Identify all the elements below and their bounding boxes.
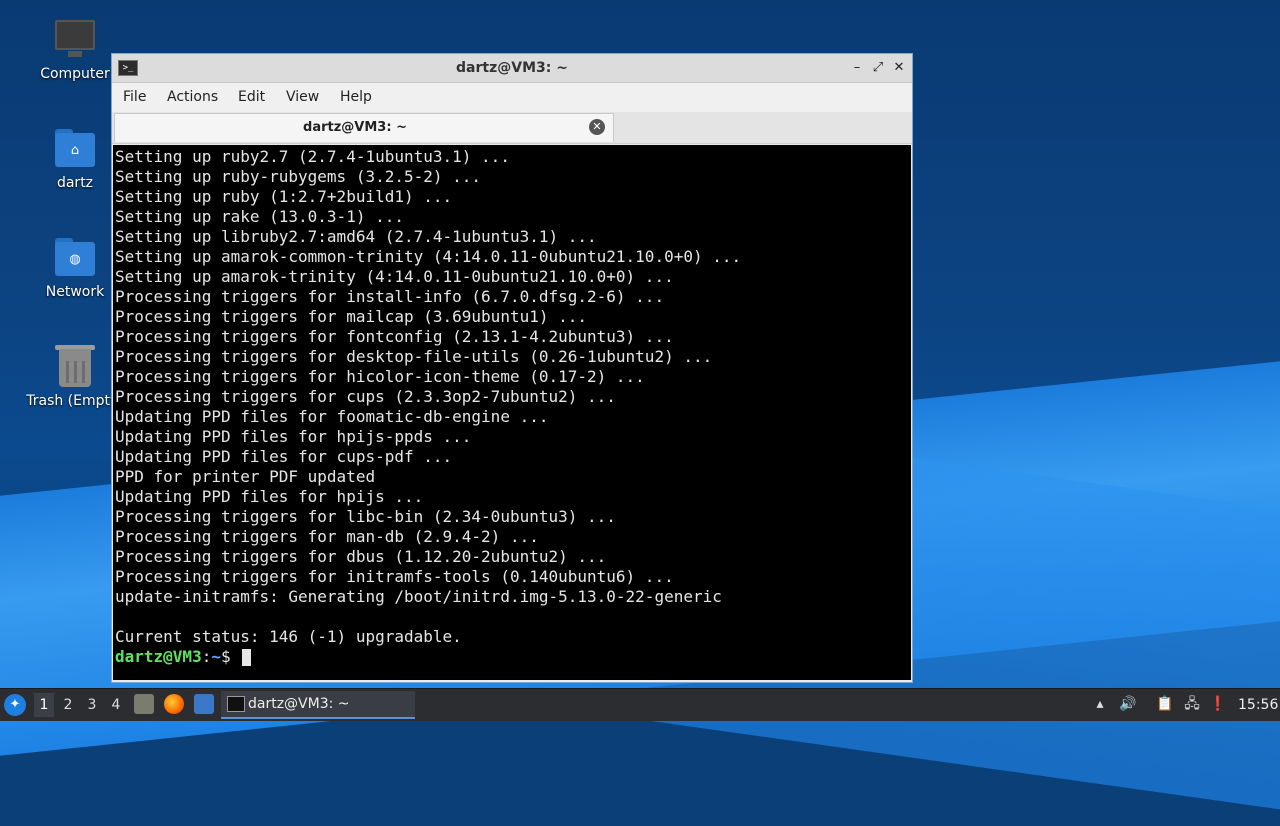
prompt-user: dartz@VM3 [115, 647, 202, 666]
prompt-symbol: $ [220, 647, 241, 666]
desktop-icon-computer[interactable]: Computer [25, 18, 125, 82]
terminal-line: Processing triggers for install-info (6.… [115, 287, 665, 306]
clipboard-icon[interactable]: 📋 [1156, 695, 1174, 713]
prompt-path: ~ [211, 647, 221, 666]
tab-bar: dartz@VM3: ~ ✕ [112, 112, 912, 144]
terminal-prompt[interactable]: dartz@VM3:~$ [115, 647, 741, 667]
workspace-1[interactable]: 1 [34, 693, 54, 717]
terminal-line: Processing triggers for man-db (2.9.4-2)… [115, 527, 539, 546]
terminal-line: Processing triggers for hicolor-icon-the… [115, 367, 645, 386]
terminal-line: Processing triggers for fontconfig (2.13… [115, 327, 674, 346]
terminal-line: Setting up libruby2.7:amd64 (2.7.4-1ubun… [115, 227, 597, 246]
terminal-line: Setting up amarok-trinity (4:14.0.11-0ub… [115, 267, 674, 286]
taskbar-terminal-button[interactable]: dartz@VM3: ~ [221, 691, 415, 719]
terminal-window: >_ dartz@VM3: ~ – ⤢ ✕ File Actions Edit … [111, 53, 913, 683]
firefox-icon[interactable] [164, 694, 184, 714]
terminal-task-icon [227, 696, 245, 712]
menu-bar: File Actions Edit View Help [112, 83, 912, 112]
app-menu-icon[interactable]: ✦ [4, 694, 26, 716]
desktop-icon-network[interactable]: ◍ Network [25, 236, 125, 300]
terminal-line: Setting up ruby (1:2.7+2build1) ... [115, 187, 453, 206]
menu-actions[interactable]: Actions [167, 83, 218, 112]
tab-close-icon[interactable]: ✕ [589, 119, 605, 135]
prompt-sep: : [201, 647, 212, 666]
file-manager-icon[interactable] [134, 694, 154, 714]
terminal-line: Processing triggers for initramfs-tools … [115, 567, 674, 586]
text-cursor [242, 649, 252, 666]
home-folder-icon: ⌂ [53, 127, 97, 171]
taskbar: ✦ 1 2 3 4 dartz@VM3: ~ ▴ 🔊 📋 🖧 ❗ 15:56 [0, 688, 1280, 721]
desktop-icon-label: Computer [40, 66, 110, 82]
close-button[interactable]: ✕ [889, 58, 909, 78]
terminal-line: Updating PPD files for foomatic-db-engin… [115, 407, 549, 426]
terminal-line: Processing triggers for libc-bin (2.34-0… [115, 507, 616, 526]
menu-edit[interactable]: Edit [238, 83, 265, 112]
terminal-line: Setting up ruby-rubygems (3.2.5-2) ... [115, 167, 482, 186]
update-notifier-icon[interactable]: ❗ [1209, 695, 1227, 713]
network-icon[interactable]: 🖧 [1183, 695, 1201, 713]
terminal-line: Current status: 146 (-1) upgradable. [115, 627, 462, 646]
show-desktop-icon[interactable] [194, 694, 214, 714]
terminal-line: Processing triggers for dbus (1.12.20-2u… [115, 547, 607, 566]
menu-view[interactable]: View [286, 83, 319, 112]
network-folder-icon: ◍ [53, 236, 97, 280]
tab-terminal[interactable]: dartz@VM3: ~ ✕ [114, 113, 614, 142]
workspace-4[interactable]: 4 [106, 693, 126, 717]
trash-icon [53, 345, 97, 389]
terminal-line: Processing triggers for mailcap (3.69ubu… [115, 307, 588, 326]
terminal-lines: Setting up ruby2.7 (2.7.4-1ubuntu3.1) ..… [115, 147, 741, 667]
terminal-line: Setting up ruby2.7 (2.7.4-1ubuntu3.1) ..… [115, 147, 510, 166]
tray-arrow-icon[interactable]: ▴ [1091, 695, 1109, 713]
taskbar-task-label: dartz@VM3: ~ [248, 696, 350, 712]
desktop-icon-label: Network [45, 284, 105, 300]
desktop-icon-home[interactable]: ⌂ dartz [25, 127, 125, 191]
clock[interactable]: 15:56 [1238, 689, 1278, 721]
tab-label: dartz@VM3: ~ [303, 120, 407, 135]
terminal-line: Setting up rake (13.0.3-1) ... [115, 207, 404, 226]
terminal-line: Updating PPD files for hpijs ... [115, 487, 424, 506]
terminal-output[interactable]: Setting up ruby2.7 (2.7.4-1ubuntu3.1) ..… [113, 145, 911, 680]
workspace-2[interactable]: 2 [58, 693, 78, 717]
terminal-line: Setting up amarok-common-trinity (4:14.0… [115, 247, 742, 266]
desktop-icon-label: Trash (Empty) [26, 393, 124, 409]
desktop-icon-trash[interactable]: Trash (Empty) [25, 345, 125, 409]
terminal-line: update-initramfs: Generating /boot/initr… [115, 587, 722, 606]
terminal-line: Processing triggers for desktop-file-uti… [115, 347, 713, 366]
terminal-line: Updating PPD files for cups-pdf ... [115, 447, 453, 466]
volume-icon[interactable]: 🔊 [1119, 695, 1137, 713]
computer-icon [53, 18, 97, 62]
menu-help[interactable]: Help [340, 83, 372, 112]
menu-file[interactable]: File [123, 83, 146, 112]
window-titlebar[interactable]: >_ dartz@VM3: ~ – ⤢ ✕ [112, 54, 912, 83]
desktop-icon-label: dartz [56, 175, 94, 191]
maximize-button[interactable]: ⤢ [868, 58, 888, 78]
terminal-line: PPD for printer PDF updated [115, 467, 376, 486]
terminal-line: Processing triggers for cups (2.3.3op2-7… [115, 387, 616, 406]
window-title: dartz@VM3: ~ [456, 60, 568, 76]
terminal-line: Updating PPD files for hpijs-ppds ... [115, 427, 472, 446]
workspace-3[interactable]: 3 [82, 693, 102, 717]
minimize-button[interactable]: – [847, 58, 867, 78]
